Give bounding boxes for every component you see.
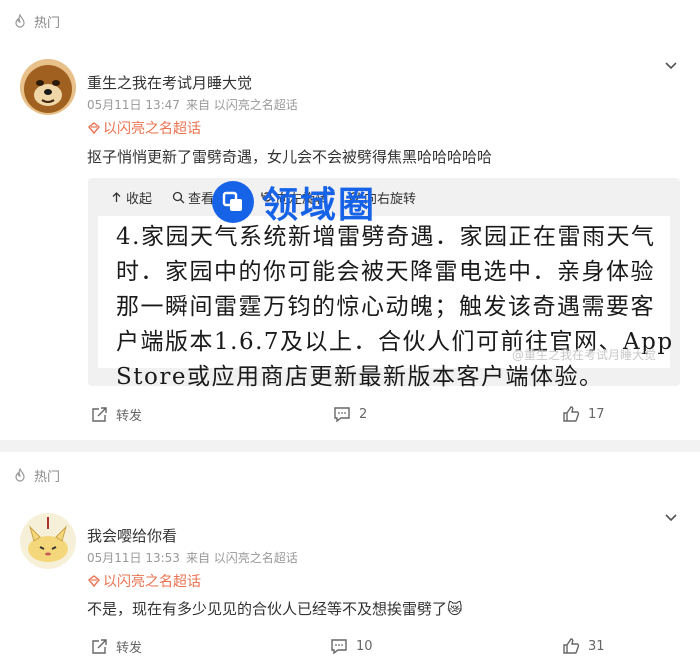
image-line: 4.家园天气系统新增雷劈奇遇．家园正在雷雨天气 <box>116 224 656 250</box>
action-bar: 转发 2 17 <box>0 405 700 433</box>
hot-label: 热门 <box>34 16 61 31</box>
post-date[interactable]: 05月11日 13:47 <box>87 96 180 113</box>
post-text: 不是，现在有多少见见的合伙人已经等不及想挨雷劈了😿 <box>87 598 463 619</box>
action-bar: 转发 10 31 <box>0 637 700 665</box>
thumbs-up-icon <box>563 638 580 654</box>
share-icon <box>92 406 107 422</box>
hot-tag: 热门 <box>12 466 60 485</box>
post-meta: 05月11日 13:47 来自 以闪亮之名超话 <box>87 96 298 113</box>
image-line: Store或应用商店更新最新版本客户端体验。 <box>116 364 604 390</box>
comment-count: 10 <box>356 638 373 654</box>
hot-tag: 热门 <box>12 12 60 31</box>
image-line: 那一瞬间雷霆万钧的惊心动魄；触发该奇遇需要客 <box>116 294 655 320</box>
post-text-content: 不是，现在有多少见见的合伙人已经等不及想挨雷劈了 <box>87 600 448 618</box>
image-line: 时．家园中的你可能会被天降雷电选中．亲身体验 <box>116 259 655 285</box>
arrow-up-icon <box>112 192 121 202</box>
topic-link[interactable]: 以闪亮之名超话 <box>87 118 201 138</box>
like-button[interactable]: 31 <box>562 637 605 655</box>
post-image[interactable]: 4.家园天气系统新增雷劈奇遇．家园正在雷雨天气 时．家园中的你可能会被天降雷电选… <box>98 216 672 390</box>
topic-link[interactable]: 以闪亮之名超话 <box>87 571 201 591</box>
watermark-text: 领域圈 <box>262 185 377 226</box>
post-date[interactable]: 05月11日 13:53 <box>87 549 180 566</box>
site-watermark: 领域圈 <box>212 176 376 228</box>
like-count: 17 <box>588 406 605 422</box>
comment-icon <box>331 639 347 655</box>
avatar[interactable] <box>20 513 76 569</box>
image-text: 4.家园天气系统新增雷劈奇遇．家园正在雷雨天气 时．家园中的你可能会被天降雷电选… <box>116 220 674 395</box>
like-button[interactable]: 17 <box>562 405 605 423</box>
repost-button[interactable]: 转发 <box>90 637 142 656</box>
comment-icon <box>334 407 350 423</box>
comment-button[interactable]: 2 <box>333 405 367 423</box>
image-viewer: 收起 查看大图 向左旋转 向右旋转 4.家园天气系统新增雷劈奇遇．家园正在雷雨天… <box>88 178 680 390</box>
post-card: 热门 重生之我在考试月睡大觉 05月11日 13:47 来自 以闪亮之名超话 以… <box>0 0 700 440</box>
chevron-down-icon[interactable] <box>664 510 678 524</box>
chevron-down-icon[interactable] <box>664 58 678 72</box>
watermark-logo-icon <box>212 181 254 223</box>
post-meta: 05月11日 13:53 来自 以闪亮之名超话 <box>87 549 298 566</box>
flame-icon <box>15 467 25 482</box>
avatar[interactable] <box>20 59 76 115</box>
like-count: 31 <box>588 638 605 654</box>
flame-icon <box>15 13 25 28</box>
collapse-label: 收起 <box>126 192 153 207</box>
comment-count: 2 <box>359 406 368 422</box>
magnifier-icon <box>172 191 185 204</box>
repost-button[interactable]: 转发 <box>90 405 142 424</box>
supertopic-icon <box>88 122 100 135</box>
share-icon <box>92 638 107 654</box>
repost-label: 转发 <box>116 641 143 656</box>
post-card: 热门 我会嘤给你看 05月11日 13:53 来自 以闪亮之名超话 以闪亮之名超… <box>0 452 700 669</box>
topic-label: 以闪亮之名超话 <box>103 121 201 137</box>
image-watermark-text: @重生之我在考试月睡大觉 <box>511 348 656 362</box>
collapse-button[interactable]: 收起 <box>110 188 152 207</box>
cat-emoji: 😿 <box>447 600 463 618</box>
post-source[interactable]: 来自 以闪亮之名超话 <box>186 549 298 566</box>
topic-label: 以闪亮之名超话 <box>103 574 201 590</box>
hot-label: 热门 <box>34 470 61 485</box>
image-watermark: @重生之我在考试月睡大觉 <box>512 346 656 363</box>
comment-button[interactable]: 10 <box>330 637 373 655</box>
user-name[interactable]: 重生之我在考试月睡大觉 <box>87 72 252 93</box>
repost-label: 转发 <box>116 409 143 424</box>
post-text: 抠子悄悄更新了雷劈奇遇，女儿会不会被劈得焦黑哈哈哈哈哈 <box>87 148 493 166</box>
post-source[interactable]: 来自 以闪亮之名超话 <box>186 96 298 113</box>
supertopic-icon <box>88 575 100 588</box>
user-name[interactable]: 我会嘤给你看 <box>87 525 177 546</box>
thumbs-up-icon <box>563 406 580 422</box>
